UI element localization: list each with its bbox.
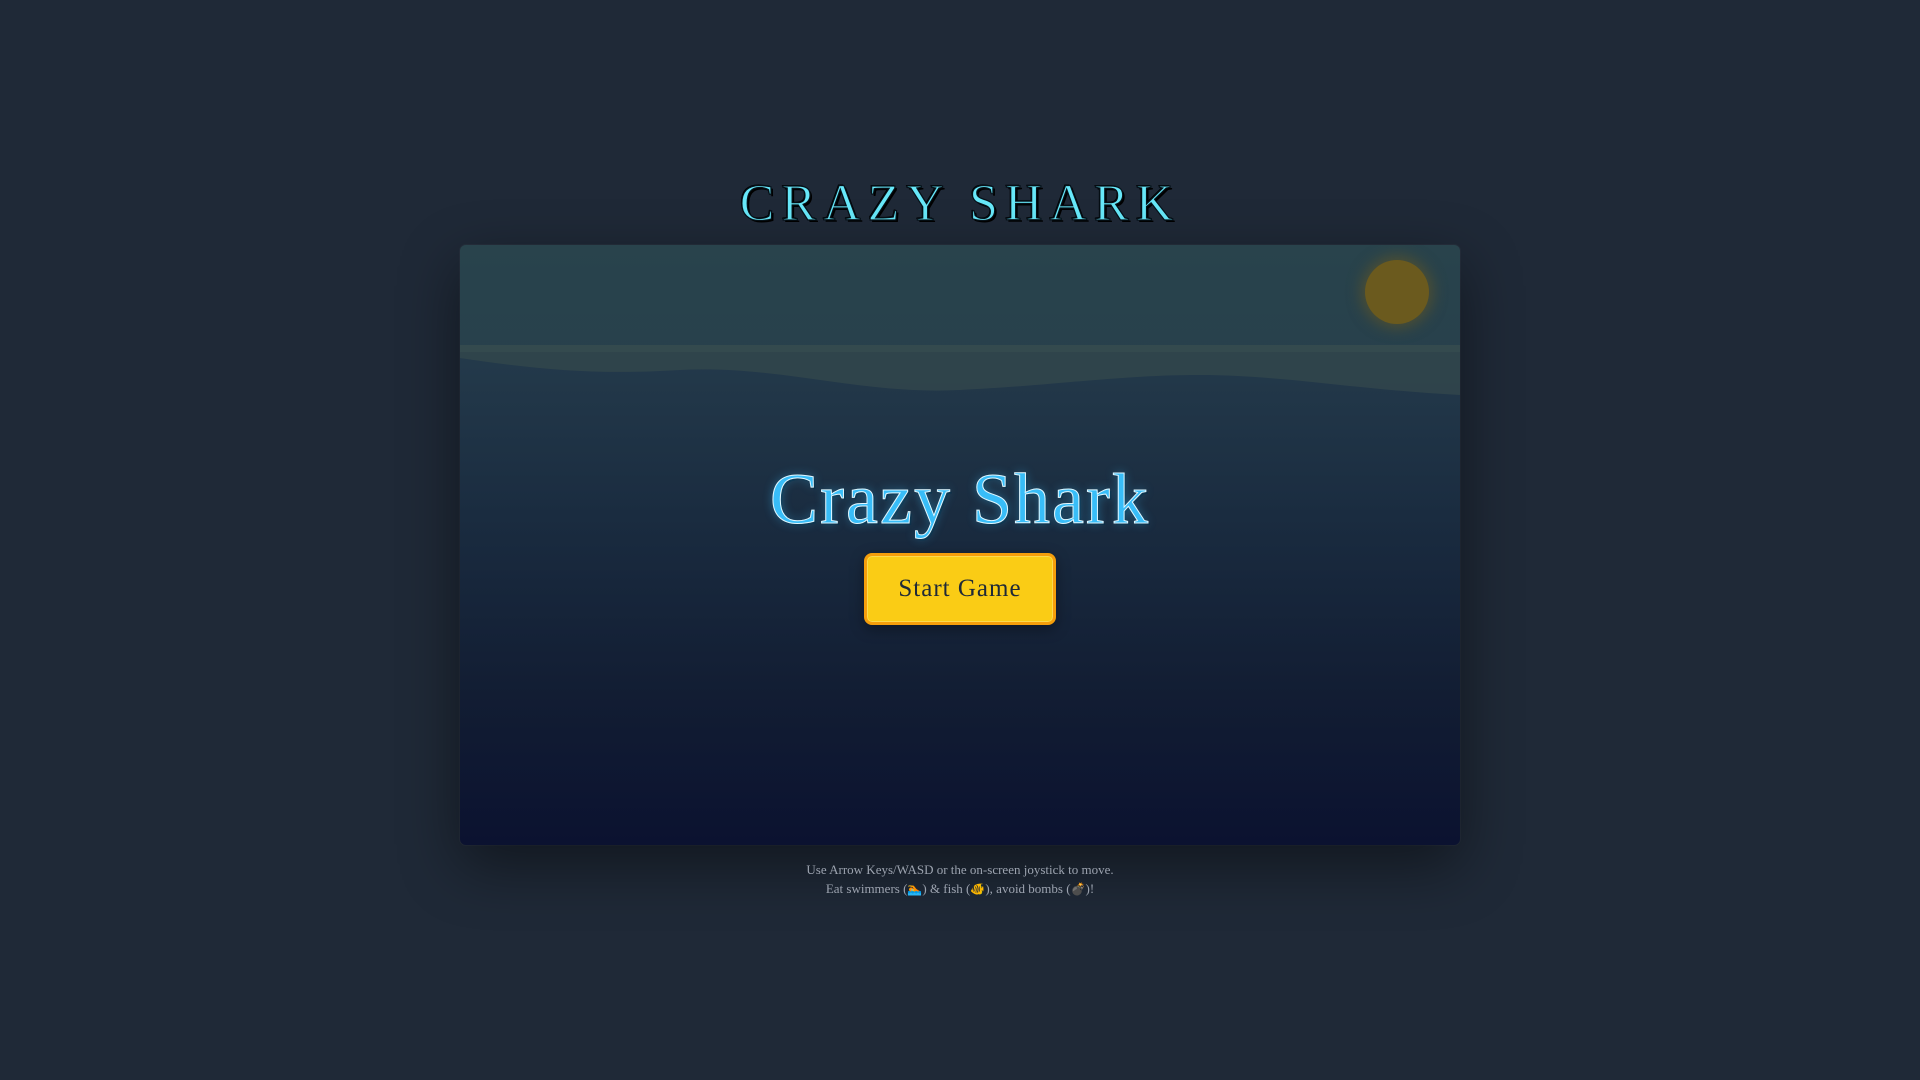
sky-band <box>460 245 1460 345</box>
game-heading: Crazy Shark <box>770 459 1150 540</box>
start-game-button[interactable]: Start Game <box>864 553 1056 625</box>
instructions-text-1: Eat swimmers ( <box>825 881 908 896</box>
wave-highlight <box>460 345 1460 352</box>
water-surface <box>460 345 1460 395</box>
instructions-line-2: Eat swimmers (🏊) & fish (🐠), avoid bombs… <box>0 879 1920 898</box>
swimmer-icon: 🏊 <box>907 882 923 896</box>
page-title: CRAZY SHARK <box>739 174 1181 232</box>
instructions: Use Arrow Keys/WASD or the on-screen joy… <box>0 860 1920 898</box>
instructions-line-1: Use Arrow Keys/WASD or the on-screen joy… <box>806 862 1114 877</box>
sun-icon <box>1365 260 1429 324</box>
page: CRAZY SHARK Crazy Shark Start Game Use A… <box>0 0 1920 1080</box>
fish-icon: 🐠 <box>970 882 986 896</box>
game-canvas[interactable]: Crazy Shark Start Game <box>460 245 1460 845</box>
bomb-icon: 💣 <box>1070 882 1086 896</box>
instructions-text-2: ) & fish ( <box>922 881 971 896</box>
instructions-text-3: ), avoid bombs ( <box>985 881 1071 896</box>
instructions-text-4: )! <box>1085 881 1095 896</box>
wave-shape <box>460 345 1460 395</box>
